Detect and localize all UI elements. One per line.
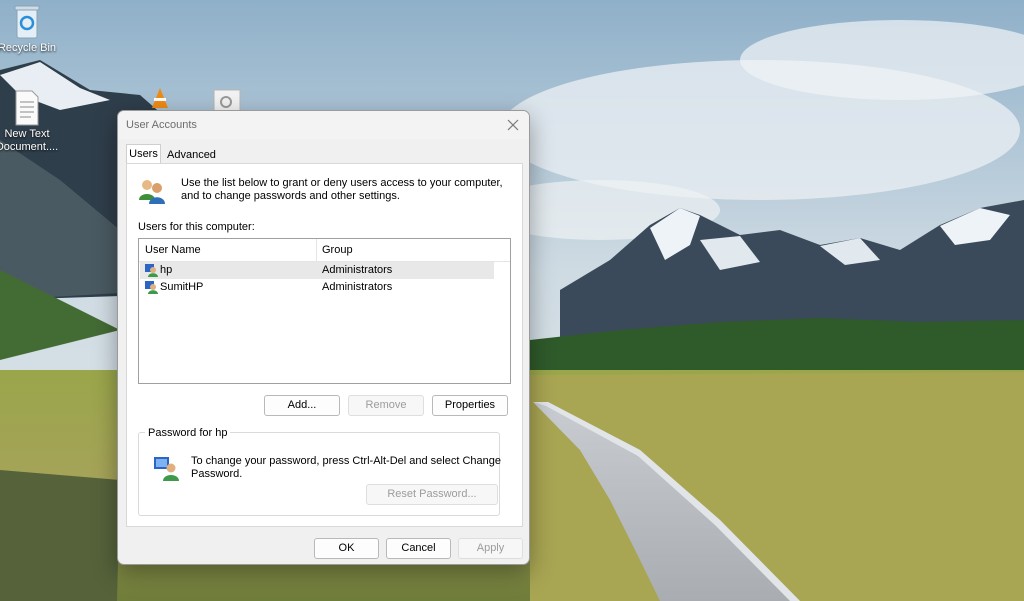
text-document-icon bbox=[15, 90, 39, 126]
password-group-title: Password for hp bbox=[145, 427, 231, 439]
intro-text: Use the list below to grant or deny user… bbox=[181, 177, 503, 202]
recycle-bin-label: Recycle Bin bbox=[0, 42, 57, 54]
settings-shortcut-icon[interactable] bbox=[212, 88, 242, 112]
password-user-icon bbox=[154, 457, 179, 481]
column-header-group[interactable]: Group bbox=[322, 244, 353, 256]
users-for-computer-label: Users for this computer: bbox=[138, 221, 255, 233]
tab-advanced[interactable]: Advanced bbox=[167, 148, 216, 162]
users-icon bbox=[139, 180, 165, 204]
new-text-document-label: New Text Document.... bbox=[0, 128, 59, 153]
reset-password-button[interactable]: Reset Password... bbox=[366, 484, 498, 505]
cancel-button[interactable]: Cancel bbox=[386, 538, 451, 559]
table-row[interactable]: hp Administrators bbox=[140, 262, 494, 279]
user-accounts-dialog: User Accounts Users Advanced Use the lis… bbox=[117, 110, 530, 565]
apply-button[interactable]: Apply bbox=[458, 538, 523, 559]
recycle-bin-icon bbox=[14, 5, 40, 39]
column-divider[interactable] bbox=[316, 239, 317, 261]
user-icon bbox=[145, 264, 158, 277]
close-icon[interactable] bbox=[503, 115, 523, 135]
column-header-user-name[interactable]: User Name bbox=[145, 244, 201, 256]
tab-users[interactable]: Users bbox=[126, 144, 161, 164]
window-title: User Accounts bbox=[126, 119, 197, 131]
remove-user-button[interactable]: Remove bbox=[348, 395, 424, 416]
users-tab-panel: Use the list below to grant or deny user… bbox=[126, 163, 523, 527]
user-icon bbox=[145, 281, 158, 294]
users-listview[interactable]: User Name Group hp Administrators SumitH… bbox=[138, 238, 511, 384]
group-cell: Administrators bbox=[322, 281, 393, 293]
properties-button[interactable]: Properties bbox=[432, 395, 508, 416]
title-bar[interactable]: User Accounts bbox=[118, 111, 529, 139]
ok-button[interactable]: OK bbox=[314, 538, 379, 559]
vlc-icon[interactable] bbox=[148, 86, 172, 110]
group-cell: Administrators bbox=[322, 264, 393, 276]
recycle-bin[interactable]: Recycle Bin bbox=[0, 2, 59, 55]
listview-header: User Name Group bbox=[139, 239, 510, 262]
add-user-button[interactable]: Add... bbox=[264, 395, 340, 416]
password-instructions: To change your password, press Ctrl-Alt-… bbox=[191, 455, 501, 480]
table-row[interactable]: SumitHP Administrators bbox=[140, 279, 494, 296]
user-name-cell: hp bbox=[160, 264, 173, 276]
user-name-cell: SumitHP bbox=[160, 281, 204, 293]
new-text-document[interactable]: New Text Document.... bbox=[0, 90, 59, 154]
